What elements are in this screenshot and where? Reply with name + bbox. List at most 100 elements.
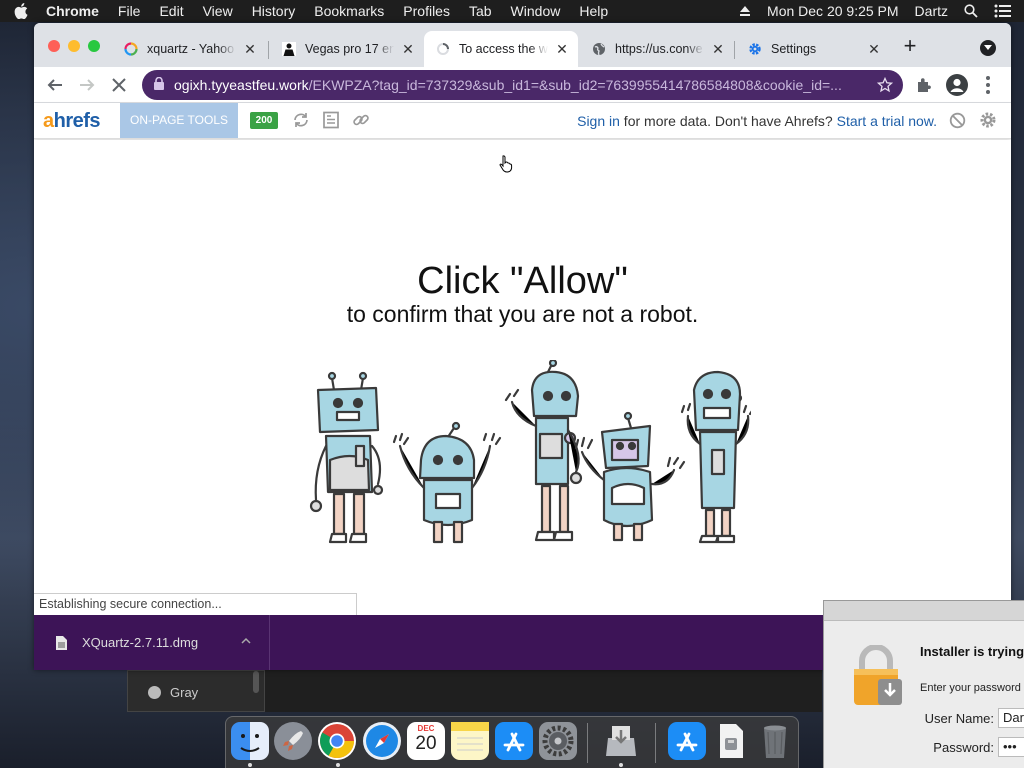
padlock-installer-icon <box>852 644 904 712</box>
tab-bar: xquartz - Yahoo Search ✕ Vegas pro 17 en… <box>34 23 1011 67</box>
menu-history[interactable]: History <box>252 3 296 19</box>
window-close-button[interactable] <box>48 40 60 52</box>
eject-icon[interactable] <box>739 5 751 17</box>
calendar-icon[interactable]: DEC 20 <box>407 722 445 760</box>
disable-icon[interactable] <box>949 112 966 134</box>
tab-title: https://us.conve <box>615 42 703 56</box>
forward-button[interactable] <box>75 73 99 97</box>
finder-icon[interactable] <box>231 722 269 760</box>
tab-close-icon[interactable]: ✕ <box>554 41 570 57</box>
download-item[interactable]: XQuartz-2.7.11.dmg <box>34 615 270 670</box>
on-page-tools-button[interactable]: ON-PAGE TOOLS <box>120 103 238 138</box>
menu-view[interactable]: View <box>203 3 233 19</box>
apple-menu-icon[interactable] <box>14 3 28 20</box>
robot-4-illustration <box>574 411 686 542</box>
tab-close-icon[interactable]: ✕ <box>242 41 258 57</box>
download-filename: XQuartz-2.7.11.dmg <box>82 635 199 650</box>
app-store-downloads-icon[interactable] <box>668 722 706 760</box>
bookmark-star-icon[interactable] <box>876 76 894 96</box>
tab-vegas[interactable]: Vegas pro 17 en ✕ <box>270 31 424 67</box>
tab-title: Vegas pro 17 en <box>305 42 394 56</box>
window-minimize-button[interactable] <box>68 40 80 52</box>
password-label: Password: <box>933 740 994 755</box>
address-bar[interactable]: ogixh.tyyeastfeu.work/EKWPZA?tag_id=7373… <box>142 70 903 100</box>
chevron-up-icon[interactable] <box>241 637 251 645</box>
tab-search-icon[interactable] <box>980 40 996 56</box>
stop-x-icon <box>112 78 126 92</box>
gear-icon <box>748 42 762 56</box>
window-maximize-button[interactable] <box>88 40 100 52</box>
launchpad-icon[interactable] <box>274 722 312 760</box>
dialog-heading: Installer is trying <box>920 644 1024 659</box>
trash-icon[interactable] <box>756 722 794 760</box>
back-button[interactable] <box>43 73 67 97</box>
page-report-icon[interactable] <box>322 111 340 134</box>
page-content: Click "Allow" to confirm that you are no… <box>34 140 1011 614</box>
background-window-dark-area <box>265 670 822 712</box>
redirect-chain-icon[interactable] <box>292 111 310 134</box>
calendar-month: DEC <box>417 724 435 733</box>
dmg-document-icon[interactable] <box>712 722 750 760</box>
notes-icon[interactable] <box>451 722 489 760</box>
ahrefs-settings-gear-icon[interactable] <box>979 111 997 134</box>
http-status-badge[interactable]: 200 <box>250 112 278 129</box>
stop-loading-button[interactable] <box>107 73 131 97</box>
spotlight-search-icon[interactable] <box>964 4 978 18</box>
menu-bookmarks[interactable]: Bookmarks <box>314 3 384 19</box>
ahrefs-logo[interactable]: ahrefs <box>43 110 101 133</box>
lock-icon[interactable] <box>154 76 164 93</box>
tab-close-icon[interactable]: ✕ <box>710 41 726 57</box>
app-store-icon[interactable] <box>495 722 533 760</box>
menubar-user[interactable]: Dartz <box>915 3 948 19</box>
safari-icon[interactable] <box>363 722 401 760</box>
menu-bar: Chrome File Edit View History Bookmarks … <box>0 0 1024 22</box>
gray-color-swatch-icon <box>148 686 161 699</box>
background-window: Gray <box>127 670 265 712</box>
hand-cursor-icon <box>499 155 513 178</box>
url-host: ogixh.tyyeastfeu.work <box>174 77 309 93</box>
menu-window[interactable]: Window <box>511 3 561 19</box>
tab-settings[interactable]: Settings ✕ <box>736 31 890 67</box>
loading-icon <box>436 42 450 56</box>
username-label: User Name: <box>924 711 994 726</box>
ahrefs-message-text: for more data. Don't have Ahrefs? <box>619 113 837 129</box>
menu-app-name[interactable]: Chrome <box>46 3 99 19</box>
tab-close-icon[interactable]: ✕ <box>866 41 882 57</box>
background-scrollbar[interactable] <box>253 671 259 693</box>
password-field[interactable]: ••• <box>998 737 1024 757</box>
extensions-puzzle-icon[interactable] <box>916 77 932 98</box>
chrome-icon[interactable] <box>318 722 356 760</box>
system-preferences-icon[interactable] <box>539 722 577 760</box>
control-center-icon[interactable] <box>994 4 1012 18</box>
menu-edit[interactable]: Edit <box>159 3 183 19</box>
dialog-titlebar <box>824 601 1024 621</box>
sign-in-link[interactable]: Sign in <box>577 113 620 129</box>
tab-us-conve[interactable]: https://us.conve ✕ <box>580 31 734 67</box>
tab-close-icon[interactable]: ✕ <box>400 41 416 57</box>
username-field[interactable]: Dar <box>998 708 1024 728</box>
page-headline: Click "Allow" <box>417 260 628 302</box>
link-chain-icon[interactable] <box>352 111 370 134</box>
menu-help[interactable]: Help <box>579 3 608 19</box>
back-arrow-icon <box>47 79 62 91</box>
tab-yahoo[interactable]: xquartz - Yahoo Search ✕ <box>112 31 266 67</box>
calendar-day: 20 <box>415 733 437 754</box>
chrome-menu-icon[interactable] <box>986 76 990 94</box>
installer-icon[interactable] <box>602 722 640 760</box>
robot-5-illustration <box>680 370 751 544</box>
start-trial-link[interactable]: Start a trial now. <box>837 113 937 129</box>
installer-auth-dialog: Installer is trying Enter your password … <box>823 600 1024 768</box>
person-icon <box>282 42 296 56</box>
tab-title: xquartz - Yahoo Search <box>147 42 236 56</box>
menu-profiles[interactable]: Profiles <box>403 3 450 19</box>
menubar-datetime[interactable]: Mon Dec 20 9:25 PM <box>767 3 899 19</box>
tab-separator <box>268 41 269 59</box>
tab-active-page[interactable]: To access the w ✕ <box>424 31 578 67</box>
menu-file[interactable]: File <box>118 3 141 19</box>
background-list-item[interactable]: Gray <box>148 685 198 700</box>
page-subline: to confirm that you are not a robot. <box>346 301 699 327</box>
menu-tab[interactable]: Tab <box>469 3 492 19</box>
yahoo-spinner-icon <box>124 42 138 56</box>
new-tab-button[interactable]: + <box>900 35 920 57</box>
profile-avatar-icon[interactable] <box>946 74 968 96</box>
